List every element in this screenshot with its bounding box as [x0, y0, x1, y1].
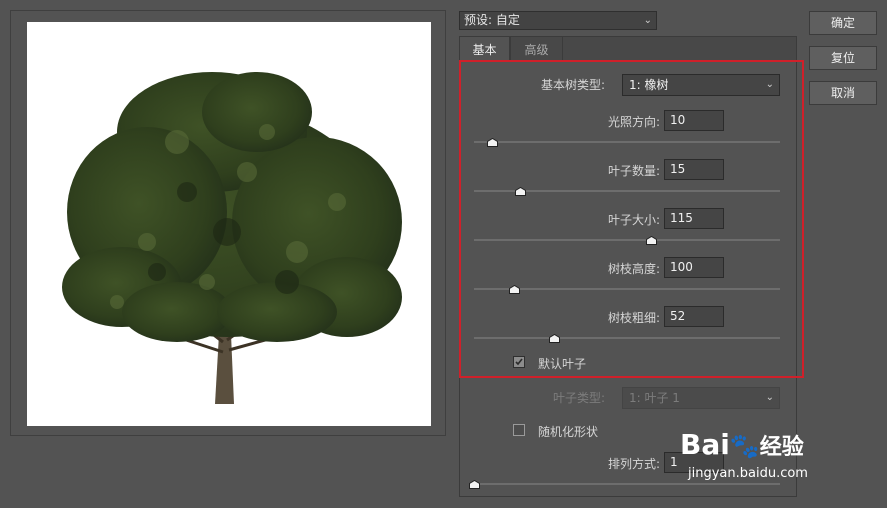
arrangement-slider-track[interactable]	[474, 483, 780, 485]
preset-label: 预设: 自定	[464, 13, 520, 27]
chevron-down-icon: ⌄	[765, 392, 774, 403]
tree-preview-image	[62, 72, 402, 404]
arrangement-label: 排列方式:	[607, 457, 660, 471]
randomize-shape-checkbox[interactable]	[513, 424, 525, 436]
tab-strip	[563, 36, 797, 62]
watermark-brand-right: 经验	[759, 435, 804, 460]
preset-dropdown[interactable]: 预设: 自定 ⌄	[459, 11, 657, 30]
watermark-brand-left: Bai	[680, 428, 730, 461]
tab-advanced[interactable]: 高级	[510, 36, 563, 62]
reset-button[interactable]: 复位	[809, 46, 877, 70]
watermark-url: jingyan.baidu.com	[688, 466, 808, 481]
paw-icon: 🐾	[729, 432, 760, 460]
chevron-down-icon: ⌄	[643, 15, 652, 26]
ok-button[interactable]: 确定	[809, 11, 877, 35]
leaf-type-label: 叶子类型:	[552, 391, 605, 405]
cancel-button[interactable]: 取消	[809, 81, 877, 105]
watermark-logo: Bai🐾经验	[680, 430, 804, 463]
leaf-type-select[interactable]: 1: 叶子 1 ⌄	[622, 387, 780, 409]
leaf-type-value: 1: 叶子 1	[629, 391, 680, 405]
highlight-box	[459, 60, 804, 378]
preview-canvas	[27, 22, 431, 426]
arrangement-slider-thumb[interactable]	[469, 478, 480, 489]
tab-basic[interactable]: 基本	[459, 36, 510, 62]
randomize-shape-label: 随机化形状	[538, 425, 599, 439]
